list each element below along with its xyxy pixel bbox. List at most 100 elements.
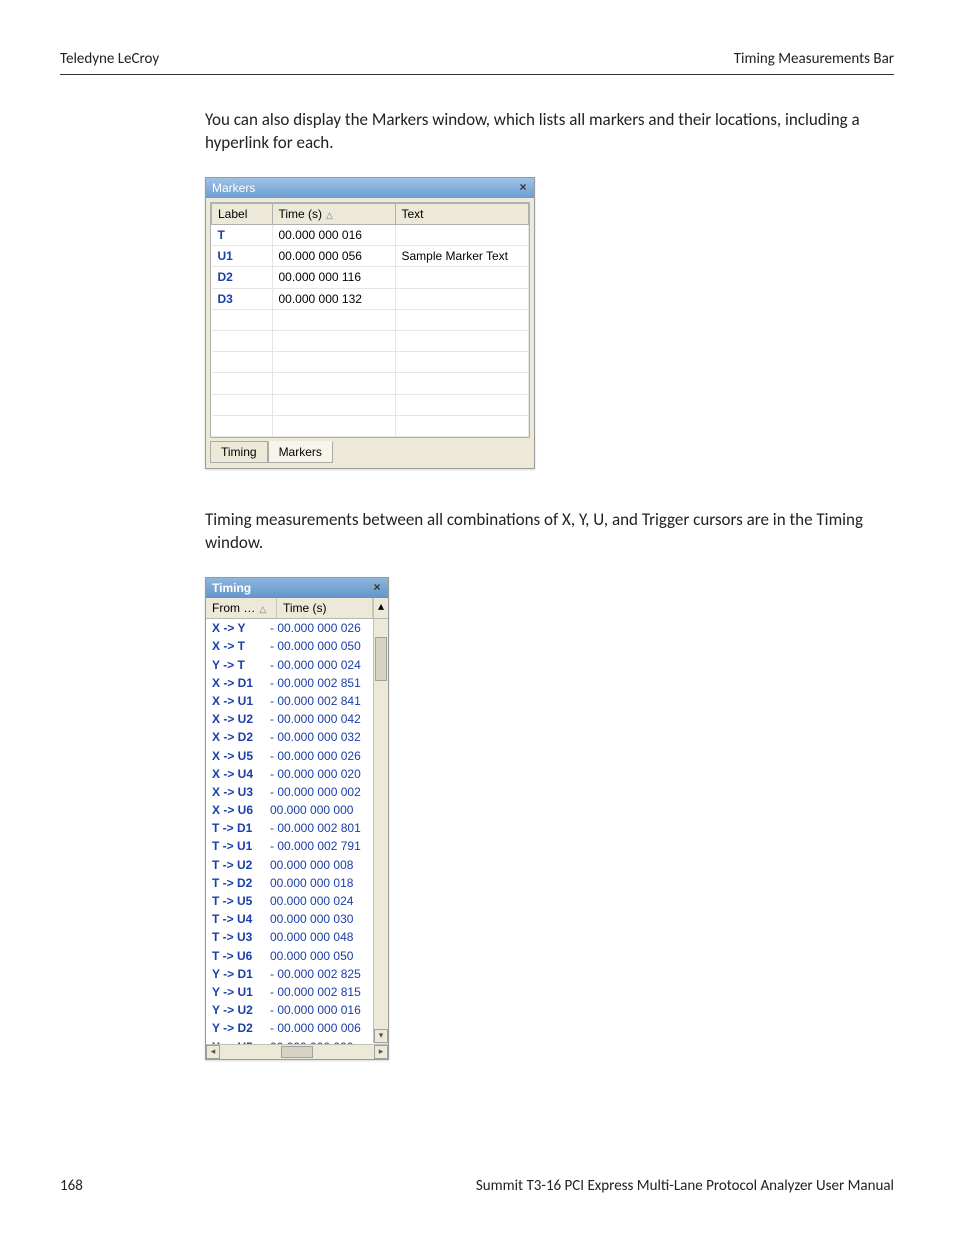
timing-from: Y -> D1	[212, 966, 270, 982]
markers-title: Markers	[212, 178, 255, 198]
timing-from: X -> D2	[212, 729, 270, 745]
list-item[interactable]: X -> U2- 00.000 000 042	[206, 710, 374, 728]
horizontal-scrollbar[interactable]: ◂ ▸	[206, 1044, 388, 1059]
list-item[interactable]: X -> U4- 00.000 000 020	[206, 765, 374, 783]
list-item[interactable]: Y -> D1- 00.000 002 825	[206, 965, 374, 983]
table-cell-empty	[272, 394, 395, 415]
list-item[interactable]: T -> U200.000 000 008	[206, 856, 374, 874]
timing-from: T -> U6	[212, 948, 270, 964]
table-row[interactable]: T00.000 000 016	[212, 225, 529, 246]
close-icon[interactable]: ×	[516, 181, 530, 195]
table-cell-empty	[212, 309, 273, 330]
paragraph-timing-intro: Timing measurements between all combinat…	[205, 509, 894, 555]
timing-body: X -> Y- 00.000 000 026X -> T- 00.000 000…	[206, 619, 388, 1059]
tab-markers[interactable]: Markers	[268, 441, 333, 463]
table-cell-label: T	[212, 225, 273, 246]
timing-from: X -> U2	[212, 711, 270, 727]
timing-from: T -> U3	[212, 929, 270, 945]
list-item[interactable]: T -> U300.000 000 048	[206, 928, 374, 946]
timing-from: X -> D1	[212, 675, 270, 691]
list-item[interactable]: T -> U600.000 000 050	[206, 947, 374, 965]
list-item[interactable]: X -> U600.000 000 000	[206, 801, 374, 819]
table-row-empty	[212, 394, 529, 415]
table-row-empty	[212, 309, 529, 330]
timing-time: - 00.000 000 002	[270, 784, 368, 800]
hscroll-track[interactable]	[222, 1046, 372, 1058]
list-item[interactable]: X -> D1- 00.000 002 851	[206, 674, 374, 692]
timing-time: - 00.000 000 050	[270, 638, 368, 654]
tab-timing[interactable]: Timing	[210, 441, 268, 463]
list-item[interactable]: Y -> U1- 00.000 002 815	[206, 983, 374, 1001]
table-cell-empty	[395, 352, 529, 373]
close-icon[interactable]: ×	[370, 581, 384, 595]
scroll-right-icon[interactable]: ▸	[374, 1045, 388, 1059]
timing-time: 00.000 000 000	[270, 802, 368, 818]
list-item[interactable]: T -> D1- 00.000 002 801	[206, 819, 374, 837]
list-item[interactable]: T -> D200.000 000 018	[206, 874, 374, 892]
timing-col-from[interactable]: From …△	[206, 598, 277, 618]
timing-titlebar[interactable]: Timing ×	[206, 578, 388, 598]
timing-time: - 00.000 000 016	[270, 1002, 368, 1018]
list-item[interactable]: Y -> U2- 00.000 000 016	[206, 1001, 374, 1019]
timing-time: - 00.000 002 851	[270, 675, 368, 691]
scrollbar-thumb[interactable]	[375, 637, 387, 681]
markers-panel-tabs: Timing Markers	[206, 442, 534, 468]
list-item[interactable]: X -> D2- 00.000 000 032	[206, 728, 374, 746]
list-item[interactable]: T -> U400.000 000 030	[206, 910, 374, 928]
timing-from: Y -> D2	[212, 1020, 270, 1036]
markers-col-text[interactable]: Text	[395, 203, 529, 224]
timing-time: - 00.000 000 020	[270, 766, 368, 782]
markers-col-time[interactable]: Time (s)△	[272, 203, 395, 224]
header-right: Timing Measurements Bar	[734, 50, 894, 68]
list-item[interactable]: Y -> D2- 00.000 000 006	[206, 1019, 374, 1037]
timing-from: Y -> T	[212, 657, 270, 673]
sort-asc-icon: △	[255, 604, 266, 614]
timing-from: X -> T	[212, 638, 270, 654]
timing-time: 00.000 000 048	[270, 929, 368, 945]
markers-window: Markers × Label Time (s)△ Text T00.00	[205, 177, 535, 469]
timing-col-time[interactable]: Time (s)	[277, 598, 373, 618]
timing-from: T -> D2	[212, 875, 270, 891]
table-cell-text	[395, 225, 529, 246]
timing-time: 00.000 000 024	[270, 893, 368, 909]
markers-col-label[interactable]: Label	[212, 203, 273, 224]
timing-time: 00.000 000 018	[270, 875, 368, 891]
hscroll-thumb[interactable]	[281, 1046, 313, 1058]
list-item[interactable]: X -> U1- 00.000 002 841	[206, 692, 374, 710]
table-cell-label: U1	[212, 246, 273, 267]
timing-time: 00.000 000 030	[270, 911, 368, 927]
timing-col-from-label: From …	[212, 601, 255, 615]
list-item[interactable]: T -> U1- 00.000 002 791	[206, 837, 374, 855]
paragraph-markers-intro: You can also display the Markers window,…	[205, 109, 894, 155]
timing-time: - 00.000 002 791	[270, 838, 368, 854]
markers-titlebar[interactable]: Markers ×	[206, 178, 534, 198]
list-item[interactable]: Y -> T- 00.000 000 024	[206, 656, 374, 674]
list-item[interactable]: T -> U500.000 000 024	[206, 892, 374, 910]
list-item[interactable]: X -> T- 00.000 000 050	[206, 637, 374, 655]
timing-from: Y -> U2	[212, 1002, 270, 1018]
timing-from: T -> U4	[212, 911, 270, 927]
page-header: Teledyne LeCroy Timing Measurements Bar	[60, 50, 894, 75]
scroll-up-icon[interactable]: ▴	[373, 598, 388, 618]
table-cell-label: D2	[212, 267, 273, 288]
document-page: Teledyne LeCroy Timing Measurements Bar …	[0, 0, 954, 1235]
list-item[interactable]: X -> U5- 00.000 000 026	[206, 747, 374, 765]
timing-column-headers: From …△ Time (s) ▴	[206, 598, 388, 619]
vertical-scrollbar[interactable]: ▾	[373, 619, 388, 1043]
table-cell-time: 00.000 000 132	[272, 288, 395, 309]
table-row[interactable]: D300.000 000 132	[212, 288, 529, 309]
scroll-left-icon[interactable]: ◂	[206, 1045, 220, 1059]
table-cell-empty	[272, 415, 395, 436]
list-item[interactable]: X -> U3- 00.000 000 002	[206, 783, 374, 801]
table-row[interactable]: U100.000 000 056Sample Marker Text	[212, 246, 529, 267]
sort-asc-icon: △	[322, 210, 333, 220]
timing-from: T -> U1	[212, 838, 270, 854]
table-cell-text: Sample Marker Text	[395, 246, 529, 267]
table-cell-empty	[212, 394, 273, 415]
list-item[interactable]: X -> Y- 00.000 000 026	[206, 619, 374, 637]
timing-time: - 00.000 002 815	[270, 984, 368, 1000]
table-row[interactable]: D200.000 000 116	[212, 267, 529, 288]
scroll-down-icon[interactable]: ▾	[374, 1029, 388, 1043]
markers-table: Label Time (s)△ Text T00.000 000 016U100…	[211, 203, 529, 437]
table-cell-empty	[395, 309, 529, 330]
